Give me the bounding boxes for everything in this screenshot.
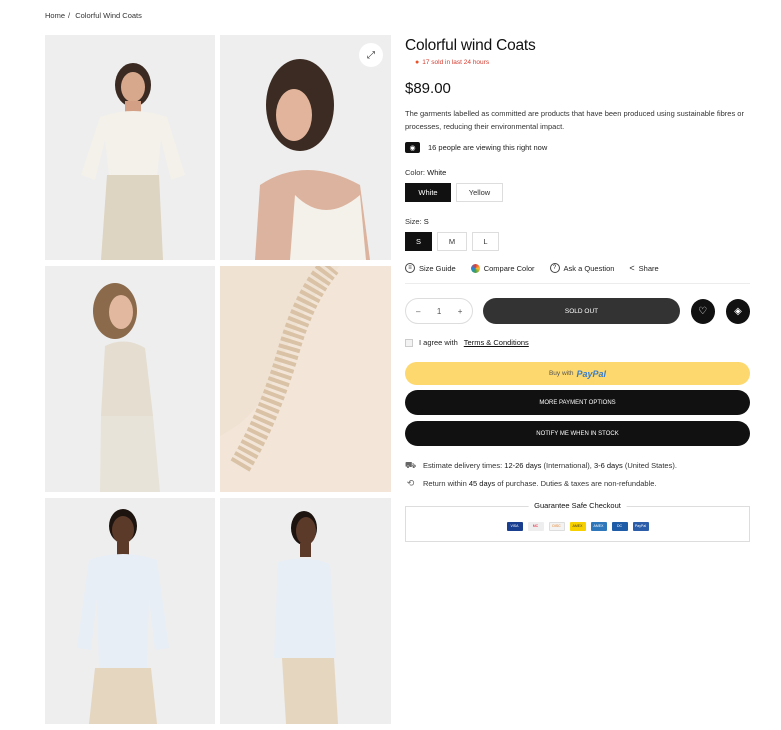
- share-icon: <: [629, 263, 635, 273]
- breadcrumb-current: Colorful Wind Coats: [75, 11, 142, 20]
- color-wheel-icon: [470, 263, 480, 273]
- compare-button[interactable]: ◈: [725, 298, 750, 324]
- paypal-logo: PayPal: [576, 368, 607, 379]
- share-button[interactable]: < Share: [629, 263, 658, 273]
- truck-icon: ⛟: [404, 459, 417, 470]
- viewing-counter: ◉ 16 people are viewing this right now: [405, 142, 750, 153]
- visa-card-icon: VISA: [506, 521, 523, 531]
- safe-checkout-title: Guarantee Safe Checkout: [528, 501, 627, 510]
- product-price: $89.00: [405, 80, 451, 97]
- ask-question-label: Ask a Question: [563, 263, 615, 273]
- delivery-us-suffix: (United States).: [624, 461, 677, 470]
- product-image-4[interactable]: [220, 266, 391, 492]
- product-description: The garments labelled as committed are p…: [405, 109, 744, 131]
- sold-text: 17 sold in last 24 hours: [422, 59, 490, 66]
- return-icon: ⟲: [406, 478, 415, 488]
- return-prefix: Return within: [423, 479, 467, 488]
- breadcrumb: Home / Colorful Wind Coats: [45, 11, 145, 20]
- color-label-text: Color:: [405, 168, 426, 177]
- return-days: 45 days: [468, 479, 496, 488]
- product-image-2[interactable]: ⤢: [220, 35, 391, 260]
- color-label: Color: White: [405, 168, 750, 177]
- safe-checkout-box: Guarantee Safe Checkout VISA MC DISC AME…: [405, 501, 750, 542]
- diners-card-icon: DC: [611, 521, 628, 531]
- size-guide-label: Size Guide: [419, 263, 456, 273]
- question-icon: ?: [549, 263, 560, 273]
- size-option-s[interactable]: S: [405, 232, 432, 251]
- agree-text: I agree with: [419, 338, 458, 347]
- size-option-l[interactable]: L: [472, 232, 499, 251]
- terms-agreement: I agree with Terms & Conditions: [405, 338, 750, 347]
- amex-gold-card-icon: AMEX: [569, 521, 586, 531]
- expand-icon[interactable]: ⤢: [359, 43, 383, 67]
- return-suffix: of purchase. Duties & taxes are non-refu…: [497, 479, 657, 488]
- product-image-5[interactable]: [45, 498, 215, 724]
- product-photo-model-side: [220, 498, 391, 724]
- quantity-stepper: – 1 +: [405, 298, 474, 324]
- eye-icon: ◉: [405, 142, 420, 153]
- share-label: Share: [638, 263, 659, 273]
- product-image-6[interactable]: [220, 498, 391, 724]
- wishlist-button[interactable]: ♡: [690, 298, 715, 324]
- delivery-text: Estimate delivery times: 12-26 days (Int…: [423, 461, 677, 470]
- compare-color-label: Compare Color: [483, 263, 535, 273]
- product-image-1[interactable]: [45, 35, 215, 260]
- compare-color-button[interactable]: Compare Color: [470, 263, 535, 273]
- buy-row: – 1 + SOLD OUT ♡ ◈: [405, 298, 750, 324]
- size-guide-button[interactable]: ≡ Size Guide: [405, 263, 456, 273]
- mastercard-icon: MC: [527, 521, 544, 531]
- more-payment-options-button[interactable]: MORE PAYMENT OPTIONS: [405, 390, 750, 415]
- terms-checkbox[interactable]: [405, 338, 413, 347]
- delivery-us: 3-6 days: [593, 461, 623, 470]
- delivery-estimate: ⛟ Estimate delivery times: 12-26 days (I…: [405, 460, 750, 471]
- product-title: Colorful wind Coats: [405, 37, 536, 54]
- terms-link[interactable]: Terms & Conditions: [464, 338, 529, 347]
- qty-increase-button[interactable]: +: [458, 307, 463, 316]
- amex-card-icon: AMEX: [590, 521, 607, 531]
- fire-icon: ●: [415, 59, 420, 66]
- qty-decrease-button[interactable]: –: [416, 307, 420, 316]
- paypal-card-icon: PayPal: [632, 521, 649, 531]
- delivery-intl-suffix: (International),: [543, 461, 592, 470]
- return-text: Return within 45 days of purchase. Dutie…: [423, 479, 657, 488]
- ask-question-button[interactable]: ? Ask a Question: [549, 263, 615, 273]
- delivery-prefix: Estimate delivery times:: [423, 461, 503, 470]
- size-options: S M L: [405, 232, 750, 251]
- heart-icon: ♡: [698, 305, 708, 317]
- product-image-3[interactable]: [45, 266, 215, 492]
- size-option-m[interactable]: M: [437, 232, 467, 251]
- discover-card-icon: DISC: [548, 521, 565, 531]
- product-photo-back: [220, 35, 391, 260]
- product-info: Colorful wind Coats ● 17 sold in last 24…: [405, 37, 750, 542]
- product-photo-front-waist: [45, 35, 215, 260]
- size-label-text: Size:: [405, 217, 422, 226]
- size-label: Size: S: [405, 217, 750, 226]
- size-selected: S: [423, 217, 429, 226]
- paypal-button[interactable]: Buy with PayPal: [405, 362, 750, 385]
- breadcrumb-separator: /: [68, 11, 71, 20]
- paypal-prefix: Buy with: [548, 370, 574, 377]
- return-policy: ⟲ Return within 45 days of purchase. Dut…: [405, 478, 750, 489]
- sold-out-button[interactable]: SOLD OUT: [483, 298, 680, 324]
- sold-indicator: ● 17 sold in last 24 hours: [405, 59, 750, 66]
- notify-me-button[interactable]: NOTIFY ME WHEN IN STOCK: [405, 421, 750, 446]
- qty-input[interactable]: 1: [437, 307, 441, 316]
- product-photo-side: [45, 266, 215, 492]
- color-option-white[interactable]: White: [405, 183, 451, 202]
- layers-icon: ◈: [734, 305, 742, 317]
- viewing-text: 16 people are viewing this right now: [428, 143, 548, 152]
- color-option-yellow[interactable]: Yellow: [456, 183, 503, 202]
- product-photo-model-front: [45, 498, 215, 724]
- breadcrumb-home[interactable]: Home: [45, 11, 65, 20]
- color-selected: White: [427, 168, 447, 177]
- color-options: White Yellow: [405, 183, 750, 202]
- ruler-icon: ≡: [405, 263, 415, 273]
- delivery-intl: 12-26 days: [504, 461, 542, 470]
- product-tools: ≡ Size Guide Compare Color ? Ask a Quest…: [405, 263, 750, 284]
- product-photo-lace-detail: [220, 266, 391, 492]
